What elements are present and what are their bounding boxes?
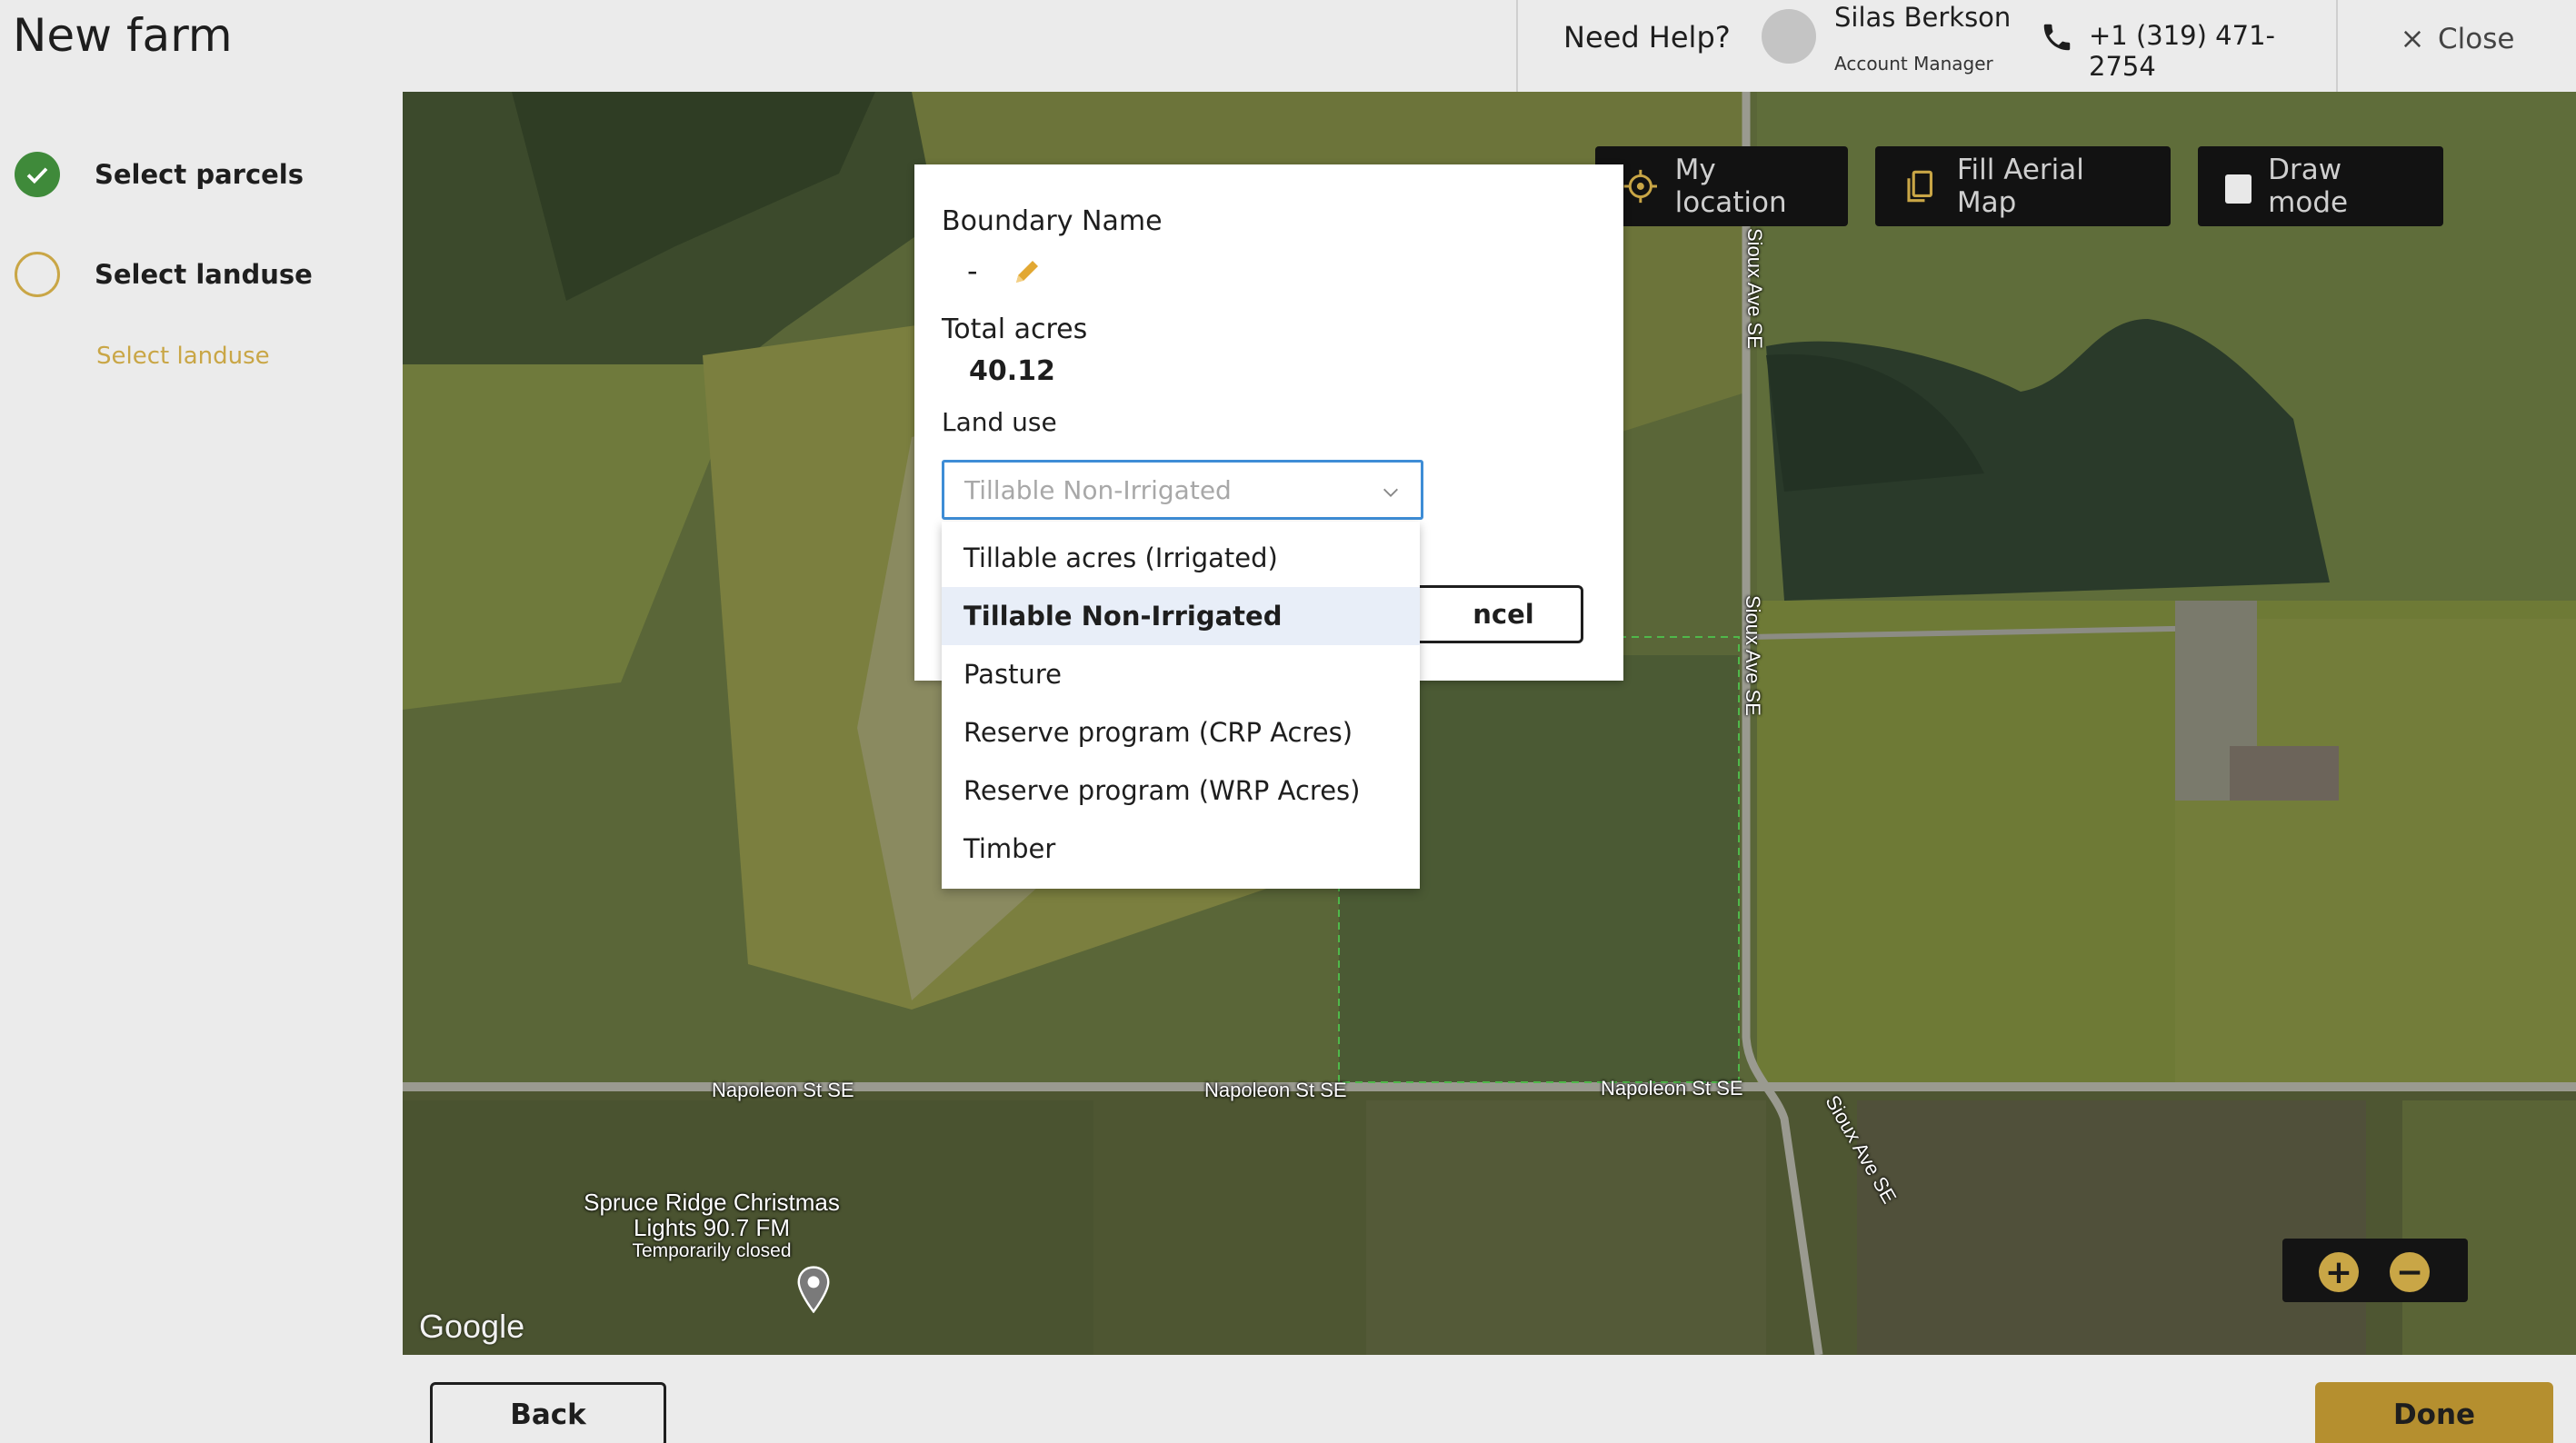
phone-number[interactable]: +1 (319) 471-2754 — [2089, 20, 2336, 82]
step-label: Select parcels — [95, 159, 305, 190]
pencil-icon[interactable] — [1011, 255, 1043, 288]
land-use-label: Land use — [942, 407, 1057, 437]
page-title: New farm — [13, 9, 233, 62]
zoom-control: + − — [2282, 1239, 2468, 1302]
land-use-option[interactable]: Reserve program (CRP Acres) — [942, 703, 1420, 761]
my-location-button[interactable]: My location — [1595, 146, 1848, 226]
road-label: Sioux Ave SE — [1743, 228, 1766, 349]
total-acres-value: 40.12 — [969, 355, 1055, 387]
land-use-option[interactable]: Reserve program (WRP Acres) — [942, 761, 1420, 820]
land-use-option-selected[interactable]: Tillable Non-Irrigated — [942, 587, 1420, 645]
done-button[interactable]: Done — [2315, 1382, 2553, 1443]
land-use-options: Tillable acres (Irrigated) Tillable Non-… — [942, 522, 1420, 889]
land-use-option[interactable]: Pasture — [942, 645, 1420, 703]
account-manager-role: Account Manager — [1834, 53, 1993, 75]
land-use-option[interactable]: Tillable acres (Irrigated) — [942, 529, 1420, 587]
google-logo: Google — [419, 1308, 525, 1345]
sidebar: Select parcels Select landuse Select lan… — [0, 92, 403, 1355]
road-label: Napoleon St SE — [712, 1079, 854, 1101]
need-help-label: Need Help? — [1563, 20, 1731, 55]
boundary-name-label: Boundary Name — [942, 205, 1163, 237]
chevron-down-icon — [1383, 488, 1398, 497]
checkmark-icon — [15, 152, 60, 197]
zoom-in-button[interactable]: + — [2319, 1252, 2359, 1292]
step-select-landuse[interactable]: Select landuse — [15, 252, 313, 297]
cancel-label: ncel — [1473, 599, 1534, 630]
poi-name-line1: Spruce Ridge Christmas — [584, 1189, 840, 1216]
close-button[interactable]: Close — [2400, 16, 2514, 62]
total-acres-label: Total acres — [942, 313, 1088, 345]
road-label: Napoleon St SE — [1601, 1077, 1743, 1100]
poi-label: Spruce Ridge Christmas Lights 90.7 FM Te… — [566, 1189, 857, 1262]
my-location-label: My location — [1674, 154, 1787, 219]
crosshair-icon — [1623, 169, 1657, 204]
map-pin-icon[interactable] — [795, 1266, 832, 1313]
close-icon — [2403, 30, 2421, 48]
road-label: Napoleon St SE — [1204, 1079, 1347, 1101]
copy-icon — [1907, 170, 1933, 203]
back-button[interactable]: Back — [430, 1382, 666, 1443]
step-select-parcels[interactable]: Select parcels — [15, 152, 304, 197]
zoom-out-button[interactable]: − — [2390, 1252, 2430, 1292]
fill-aerial-map-button[interactable]: Fill Aerial Map — [1875, 146, 2171, 226]
poi-name-line2: Lights 90.7 FM — [634, 1214, 790, 1241]
phone-icon — [2043, 24, 2071, 51]
pending-circle-icon — [15, 252, 60, 297]
step-label: Select landuse — [95, 259, 313, 290]
land-use-select-value: Tillable Non-Irrigated — [964, 475, 1232, 505]
header: New farm Need Help? Silas Berkson Accoun… — [0, 0, 2576, 92]
help-area: Need Help? Silas Berkson Account Manager… — [1516, 0, 2338, 92]
substep-select-landuse[interactable]: Select landuse — [96, 343, 270, 370]
poi-status: Temporarily closed — [632, 1240, 792, 1261]
draw-mode-toggle[interactable]: Draw mode — [2198, 146, 2443, 226]
land-use-option[interactable]: Timber — [942, 820, 1420, 878]
fill-aerial-map-label: Fill Aerial Map — [1956, 154, 2084, 219]
draw-mode-checkbox[interactable] — [2225, 174, 2252, 204]
land-use-select[interactable]: Tillable Non-Irrigated — [942, 460, 1423, 520]
close-label: Close — [2438, 23, 2515, 55]
account-manager-name: Silas Berkson — [1834, 2, 2012, 33]
road-label: Sioux Ave SE — [1742, 595, 1764, 716]
boundary-name-value: - — [967, 254, 978, 288]
draw-mode-label: Draw mode — [2268, 154, 2349, 219]
footer: Back Done — [403, 1355, 2576, 1443]
avatar — [1762, 9, 1816, 64]
